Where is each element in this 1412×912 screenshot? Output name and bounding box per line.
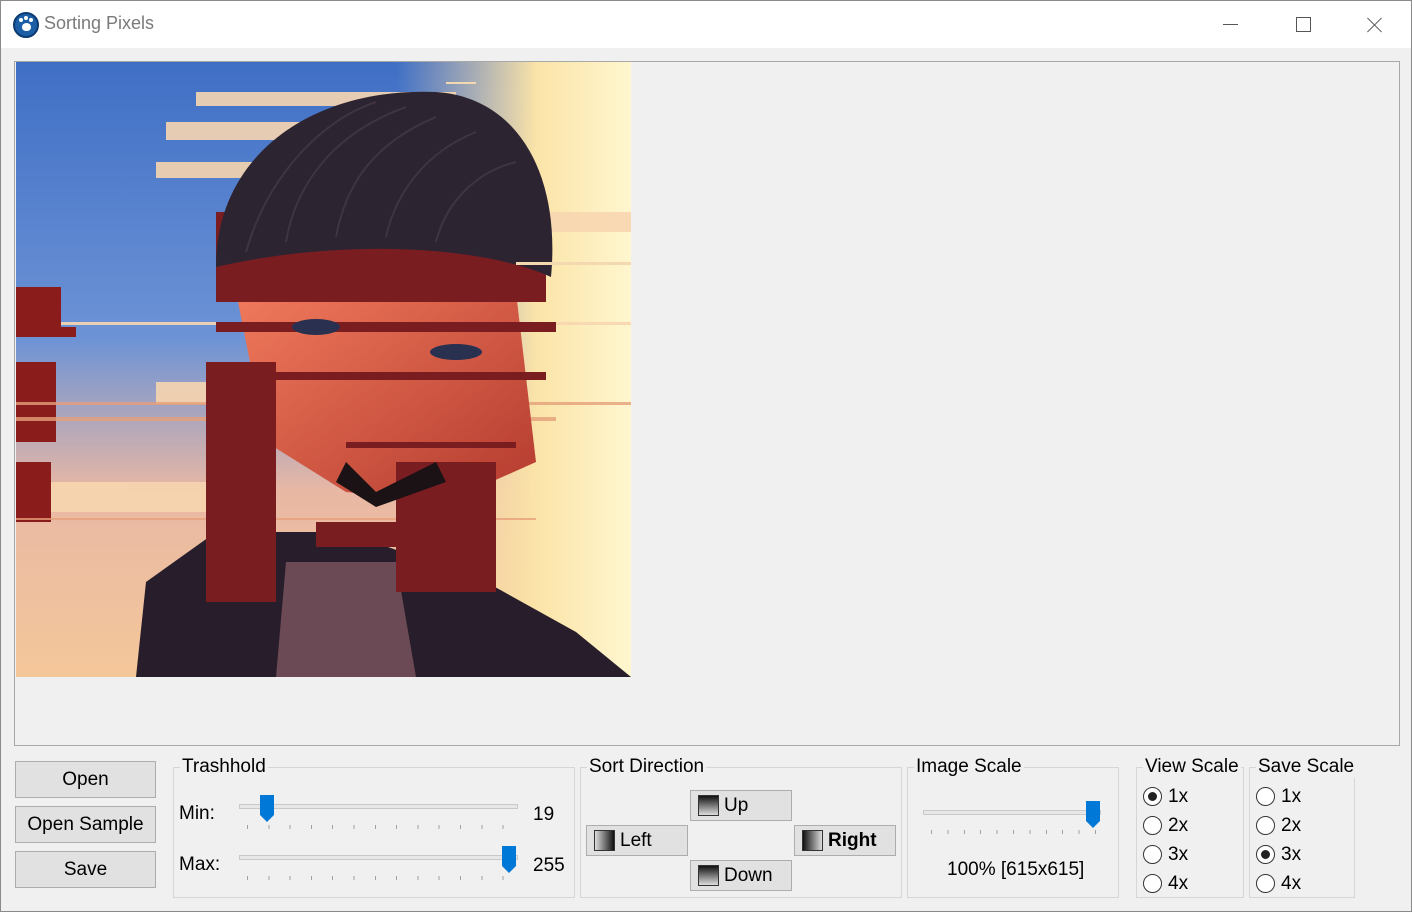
gradient-up-icon	[698, 795, 719, 816]
threshold-title: Trashhold	[180, 756, 268, 778]
min-slider-thumb[interactable]	[260, 795, 274, 823]
radio-icon	[1143, 874, 1162, 893]
open-button[interactable]: Open	[15, 761, 156, 798]
radio-selected-icon	[1256, 845, 1275, 864]
window-title: Sorting Pixels	[44, 13, 155, 33]
sort-up-button[interactable]: Up	[690, 790, 792, 821]
radio-icon	[1256, 874, 1275, 893]
image-scale-track[interactable]	[923, 810, 1101, 815]
gradient-left-icon	[594, 830, 615, 851]
radio-icon	[1143, 845, 1162, 864]
max-slider-thumb[interactable]	[502, 846, 516, 874]
open-sample-button[interactable]: Open Sample	[15, 806, 156, 843]
min-slider-track[interactable]	[239, 804, 518, 809]
sort-direction-title: Sort Direction	[587, 756, 707, 778]
sorted-image	[16, 62, 631, 677]
sort-right-label: Right	[828, 830, 877, 851]
max-slider-track[interactable]	[239, 855, 518, 860]
image-scale-title: Image Scale	[914, 756, 1024, 778]
paw-icon	[13, 12, 39, 38]
sort-right-button[interactable]: Right	[794, 825, 896, 856]
radio-icon	[1143, 816, 1162, 835]
radio-icon	[1256, 816, 1275, 835]
max-label: Max:	[179, 854, 221, 875]
min-label: Min:	[179, 803, 215, 824]
sort-up-label: Up	[724, 795, 749, 816]
view-scale-title: View Scale	[1143, 756, 1241, 778]
sort-left-button[interactable]: Left	[586, 825, 688, 856]
save-scale-title: Save Scale	[1256, 756, 1357, 778]
image-scale-thumb[interactable]	[1086, 801, 1100, 829]
radio-icon	[1256, 787, 1275, 806]
minimize-button[interactable]	[1195, 1, 1267, 48]
image-scale-readout: 100% [615x615]	[947, 859, 1085, 880]
gradient-down-icon	[698, 865, 719, 886]
sort-down-label: Down	[724, 865, 773, 886]
close-button[interactable]	[1339, 1, 1411, 48]
min-value: 19	[533, 804, 555, 825]
app-window: Sorting Pixels Open Open Sample Save Tra…	[0, 0, 1412, 912]
min-slider-ticks	[247, 825, 512, 829]
save-button[interactable]: Save	[15, 851, 156, 888]
sort-down-button[interactable]: Down	[690, 860, 792, 891]
max-slider-ticks	[247, 876, 512, 880]
title-bar: Sorting Pixels	[1, 1, 1411, 48]
image-scale-ticks	[931, 830, 1096, 834]
max-value: 255	[533, 855, 565, 876]
radio-selected-icon	[1143, 787, 1162, 806]
gradient-right-icon	[802, 830, 823, 851]
maximize-button[interactable]	[1267, 1, 1339, 48]
sort-left-label: Left	[620, 830, 652, 851]
